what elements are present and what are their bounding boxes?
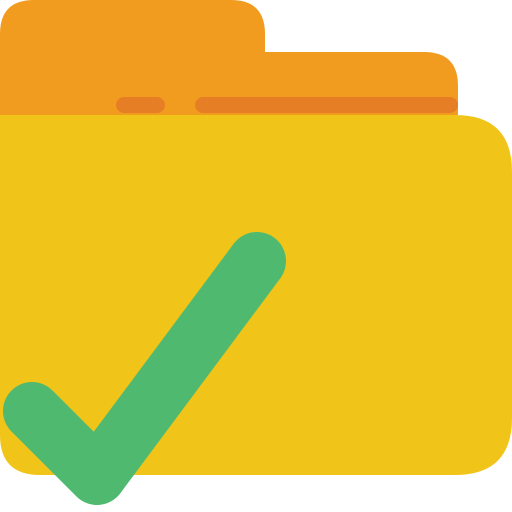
folder-check-icon	[0, 0, 512, 505]
icon-canvas	[0, 0, 512, 512]
